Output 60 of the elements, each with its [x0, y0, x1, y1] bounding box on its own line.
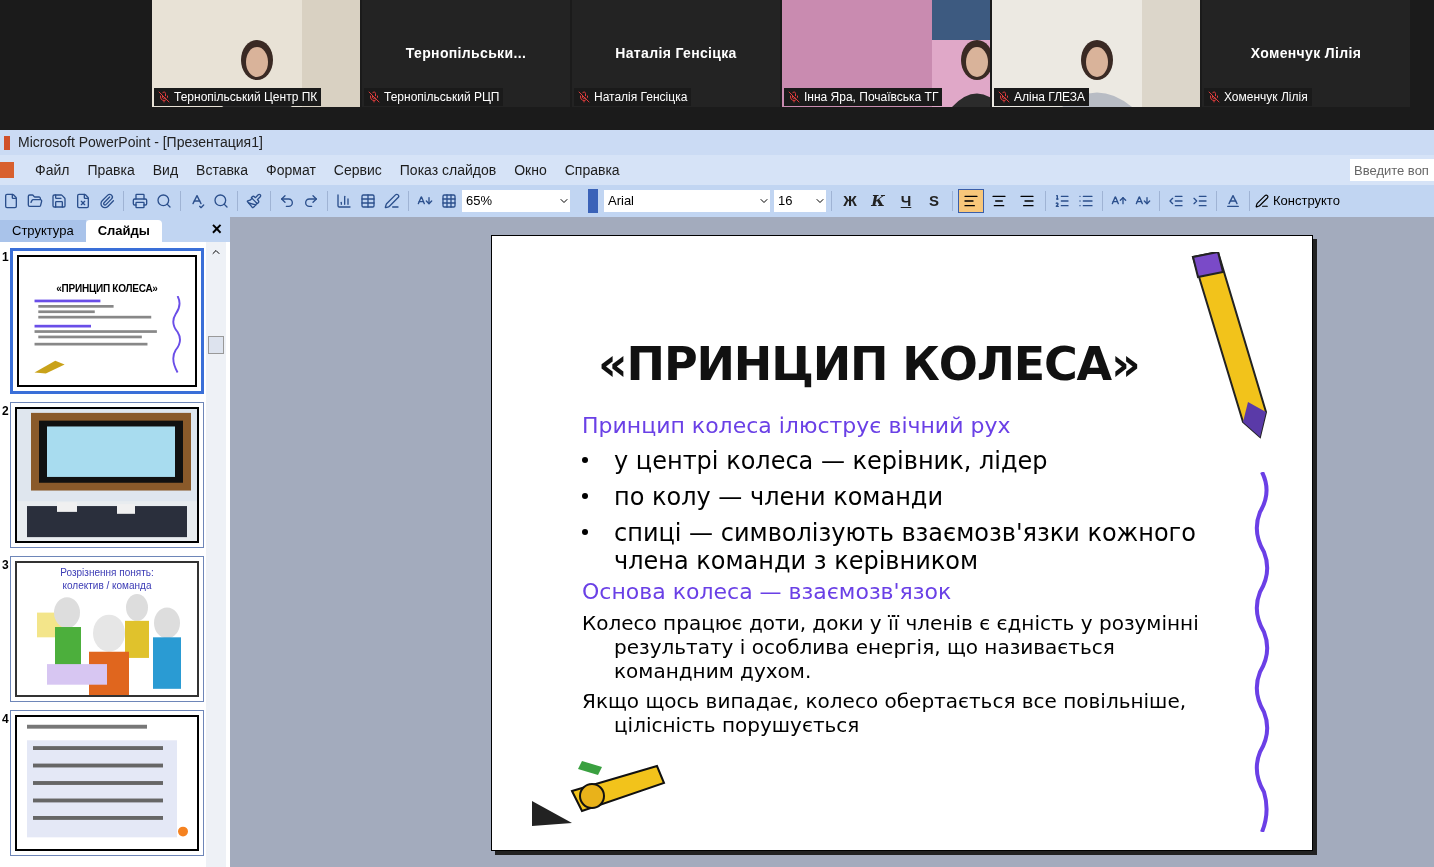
font-size-dropdown[interactable]: 16 — [774, 190, 826, 212]
slide-paragraph: Якщо щось випадає, колесо обертається все повільніше, цілісність порушується — [582, 689, 1188, 737]
menu-item[interactable]: Сервис — [324, 159, 391, 181]
app-icon — [0, 162, 14, 178]
slide-number: 3 — [2, 557, 8, 574]
close-button[interactable]: × — [203, 220, 230, 238]
format-button[interactable]: S — [921, 190, 947, 212]
slide-title: «ПРИНЦИП КОЛЕСА» — [598, 336, 1141, 393]
slide-thumbnail[interactable]: «ПРИНЦИП КОЛЕСА» — [10, 248, 204, 394]
app-icon — [4, 135, 10, 150]
bullet-icon — [582, 493, 588, 499]
align-button[interactable] — [958, 189, 984, 213]
participant-label-text: Тернопільський Центр ПК — [174, 89, 318, 106]
participant-label-text: Аліна ГЛЕЗА — [1014, 89, 1085, 106]
designer-button[interactable]: Конструкто — [1255, 191, 1340, 211]
format-button[interactable]: Ж — [837, 190, 863, 212]
scroll-thumb[interactable] — [208, 336, 224, 354]
participant-name: Наталія Генсіцка — [615, 44, 737, 63]
slide-number: 1 — [2, 249, 8, 266]
help-search-field[interactable]: Введите воп — [1350, 159, 1434, 181]
window-title: Microsoft PowerPoint - [Презентация1] — [18, 133, 263, 152]
bullet-text: у центрі колеса — керівник, лідер — [614, 447, 1048, 475]
bullet-icon — [582, 457, 588, 463]
panel-tab[interactable]: Слайды — [85, 220, 162, 242]
panel-tab[interactable]: Структура — [0, 220, 86, 242]
slide-heading: Принцип колеса ілюструє вічний рух — [582, 413, 1012, 439]
scrollbar[interactable] — [206, 242, 226, 867]
participant-label-text: Хоменчук Лілія — [1224, 89, 1308, 106]
menu-item[interactable]: Справка — [555, 159, 629, 181]
menu-item[interactable]: Вставка — [187, 159, 258, 181]
format-button[interactable]: К — [865, 190, 891, 212]
slide-number: 4 — [2, 711, 8, 728]
slide-thumbnail[interactable]: Розрізнення понять: колектив / команда — [10, 556, 204, 702]
font-dropdown[interactable]: Arial — [604, 190, 770, 212]
participant-label-text: Тернопільський РЦП — [384, 89, 500, 106]
bullet-text: по колу — члени команди — [614, 483, 944, 511]
format-button[interactable]: Ч — [893, 190, 919, 212]
bullet-icon — [582, 529, 588, 535]
pencil-icon — [1255, 194, 1269, 208]
slide-paragraph: Колесо працює доти, доки у її членів є єдність у розумінні результату і особлива енергія, що називається командним духом. — [582, 611, 1200, 683]
menu-item[interactable]: Правка — [78, 159, 144, 181]
participant-name: Хоменчук Лілія — [1250, 44, 1362, 63]
wavy-line-icon — [1252, 472, 1272, 832]
menu-item[interactable]: Показ слайдов — [390, 159, 506, 181]
menu-item[interactable]: Окно — [505, 159, 556, 181]
align-icon — [963, 193, 979, 209]
menu-item[interactable]: Формат — [257, 159, 325, 181]
slide-number: 2 — [2, 403, 8, 420]
align-icon — [1019, 193, 1035, 209]
thumbnail-title: Розрізнення понять: колектив / команда — [59, 567, 155, 592]
participant-label-text: Інна Яра, Почаївська ТГ — [804, 89, 939, 106]
participant-name: Тернопільськи... — [405, 44, 527, 63]
participant-label-text: Наталія Генсіцка — [594, 89, 688, 106]
menu-item[interactable]: Вид — [143, 159, 188, 181]
slide-heading: Основа колеса — взаємозв'язок — [582, 579, 953, 605]
align-icon — [991, 193, 1007, 209]
bullet-text: спиці — символізують взаємозв'язки кожного члена команди з керівником — [614, 519, 1197, 575]
thumbnail-title: «ПРИНЦИП КОЛЕСА» — [55, 282, 159, 296]
zoom-dropdown[interactable]: 65% — [462, 190, 570, 212]
menu-item[interactable]: Файл — [26, 159, 79, 181]
